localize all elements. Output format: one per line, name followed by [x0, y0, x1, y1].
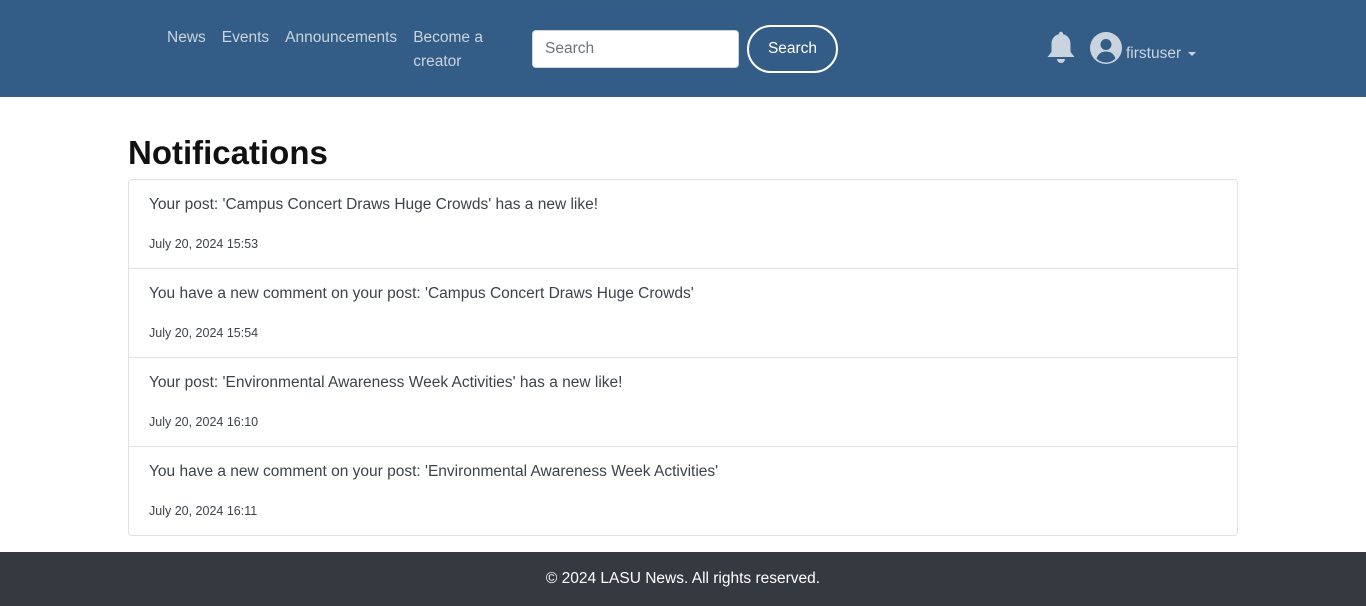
page-title: Notifications [128, 134, 328, 171]
notification-timestamp: July 20, 2024 16:11 [149, 504, 258, 518]
nav-link-events[interactable]: Events [214, 26, 277, 74]
nav-link-announcements[interactable]: Announcements [277, 26, 405, 74]
notification-message: You have a new comment on your post: 'Ca… [149, 285, 694, 302]
navbar: News Events Announcements Become a creat… [0, 0, 1366, 97]
user-menu[interactable]: firstuser [1090, 31, 1197, 65]
notification-item[interactable]: You have a new comment on your post: 'En… [129, 447, 1237, 535]
bell-icon[interactable] [1045, 31, 1077, 65]
notification-timestamp: July 20, 2024 16:10 [149, 415, 259, 429]
footer-copyright: © 2024 LASU News. All rights reserved. [545, 570, 821, 587]
notification-message: Your post: 'Campus Concert Draws Huge Cr… [149, 196, 599, 213]
notification-list: Your post: 'Campus Concert Draws Huge Cr… [128, 179, 1238, 536]
search-button[interactable]: Search [747, 25, 838, 73]
notification-item[interactable]: You have a new comment on your post: 'Ca… [129, 269, 1237, 358]
notification-timestamp: July 20, 2024 15:53 [149, 237, 259, 251]
search-input[interactable] [532, 30, 739, 68]
notification-item[interactable]: Your post: 'Campus Concert Draws Huge Cr… [129, 180, 1237, 269]
notification-item[interactable]: Your post: 'Environmental Awareness Week… [129, 358, 1237, 447]
notification-message: You have a new comment on your post: 'En… [149, 463, 719, 480]
nav-link-news[interactable]: News [159, 26, 214, 74]
notification-message: Your post: 'Environmental Awareness Week… [149, 374, 623, 391]
nav-link-become-creator[interactable]: Become a creator [405, 26, 522, 74]
user-circle-icon [1090, 32, 1122, 64]
username-label: firstuser [1126, 45, 1182, 62]
notification-timestamp: July 20, 2024 15:54 [149, 326, 259, 340]
nav-links: News Events Announcements Become a creat… [159, 26, 522, 74]
footer: © 2024 LASU News. All rights reserved. [0, 552, 1366, 606]
caret-down-icon [1188, 52, 1197, 56]
